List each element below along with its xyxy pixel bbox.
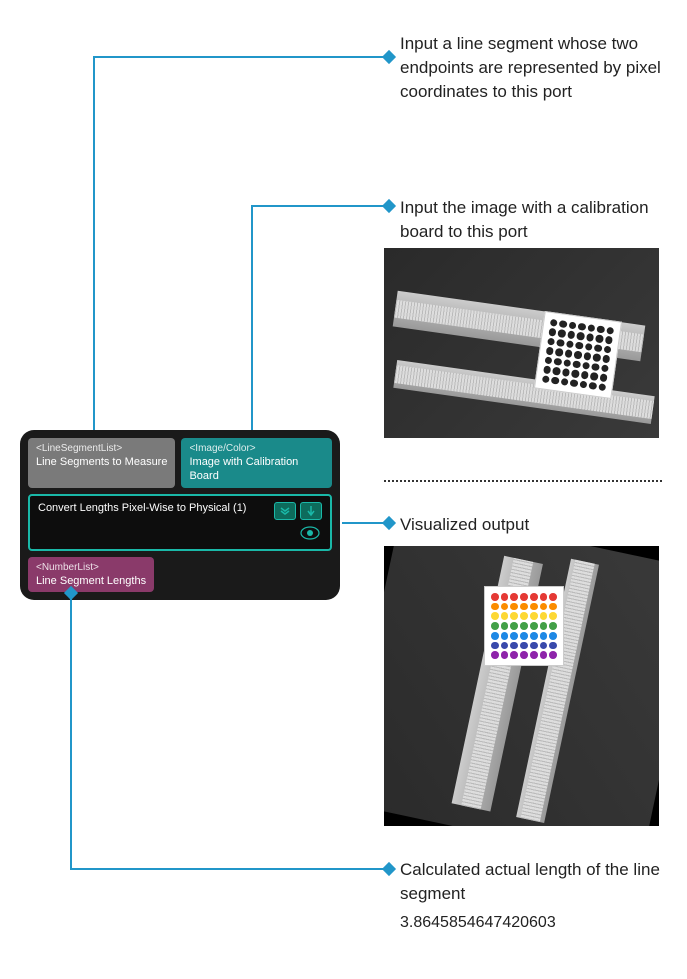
node-body[interactable]: Convert Lengths Pixel-Wise to Physical (… — [28, 494, 332, 551]
callout-line-segment-input: Input a line segment whose two endpoints… — [400, 32, 665, 103]
chevron-down-double-icon — [279, 505, 291, 517]
input-image-preview — [384, 248, 659, 438]
callout-text: Input the image with a calibration board… — [400, 198, 649, 241]
diamond-marker-icon — [382, 50, 396, 64]
callout-text: Visualized output — [400, 515, 529, 534]
arrow-down-icon — [306, 505, 316, 517]
diamond-marker-icon — [382, 516, 396, 530]
callout-length-output: Calculated actual length of the line seg… — [400, 858, 665, 906]
connector-line — [93, 56, 388, 58]
diamond-marker-icon — [382, 199, 396, 213]
output-image-preview — [384, 546, 659, 826]
callout-text: Input a line segment whose two endpoints… — [400, 34, 661, 101]
callout-image-input: Input the image with a calibration board… — [400, 196, 680, 244]
connector-line — [251, 205, 388, 207]
expand-button[interactable] — [274, 502, 296, 520]
output-port-lengths[interactable]: <NumberList> Line Segment Lengths — [28, 557, 154, 592]
section-divider — [384, 480, 662, 482]
port-name-label: Line Segment Lengths — [36, 574, 146, 588]
port-type-label: <NumberList> — [36, 561, 146, 574]
eye-icon — [300, 526, 320, 540]
node-title: Convert Lengths Pixel-Wise to Physical (… — [38, 502, 246, 514]
callout-text: Calculated actual length of the line seg… — [400, 860, 660, 903]
run-button[interactable] — [300, 502, 322, 520]
output-length-value: 3.8645854647420603 — [400, 914, 556, 932]
visualize-toggle[interactable] — [300, 526, 320, 543]
calibration-board-colored-icon — [484, 586, 564, 666]
port-type-label: <Image/Color> — [189, 442, 324, 455]
connector-line — [93, 56, 95, 434]
diamond-marker-icon — [382, 862, 396, 876]
port-name-label: Line Segments to Measure — [36, 455, 167, 469]
port-name-label: Image with Calibration Board — [189, 455, 324, 484]
callout-visualized-output: Visualized output — [400, 513, 529, 537]
port-type-label: <LineSegmentList> — [36, 442, 167, 455]
input-port-image[interactable]: <Image/Color> Image with Calibration Boa… — [181, 438, 332, 488]
input-port-line-segments[interactable]: <LineSegmentList> Line Segments to Measu… — [28, 438, 175, 488]
calibration-board-icon — [534, 311, 622, 399]
node-convert-lengths[interactable]: <LineSegmentList> Line Segments to Measu… — [20, 430, 340, 600]
connector-line — [70, 868, 388, 870]
connector-line — [251, 205, 253, 433]
connector-line — [70, 592, 72, 868]
